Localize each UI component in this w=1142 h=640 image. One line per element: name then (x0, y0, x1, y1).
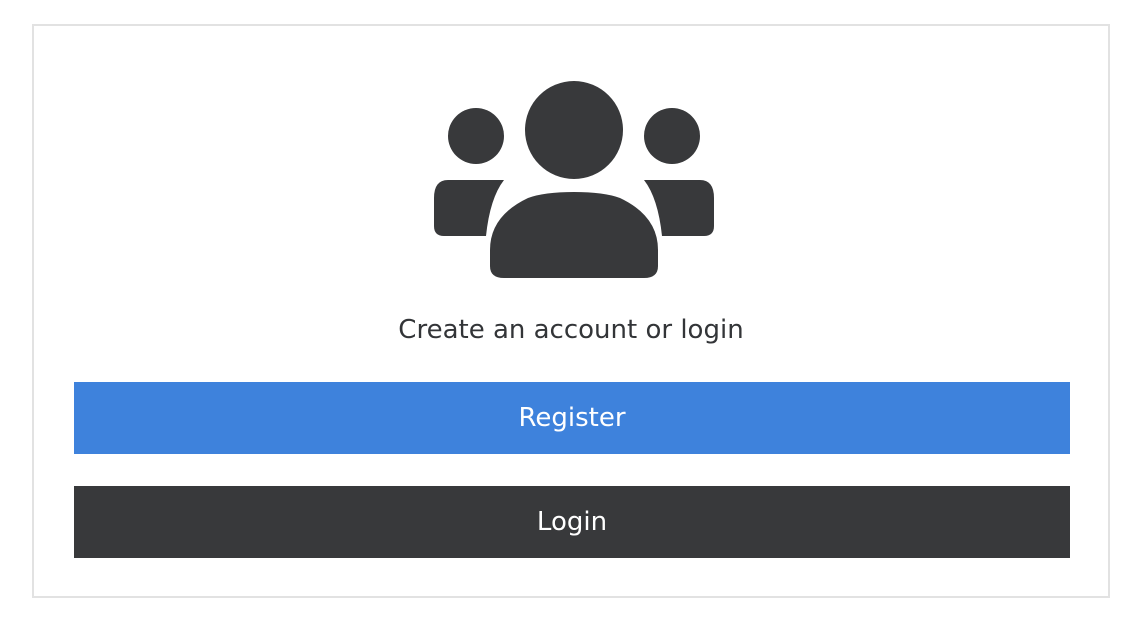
users-group-icon (432, 80, 716, 280)
login-button[interactable]: Login (74, 486, 1070, 558)
prompt-text: Create an account or login (398, 315, 744, 345)
register-button[interactable]: Register (74, 382, 1070, 454)
auth-card: Create an account or login Register Logi… (32, 24, 1110, 598)
